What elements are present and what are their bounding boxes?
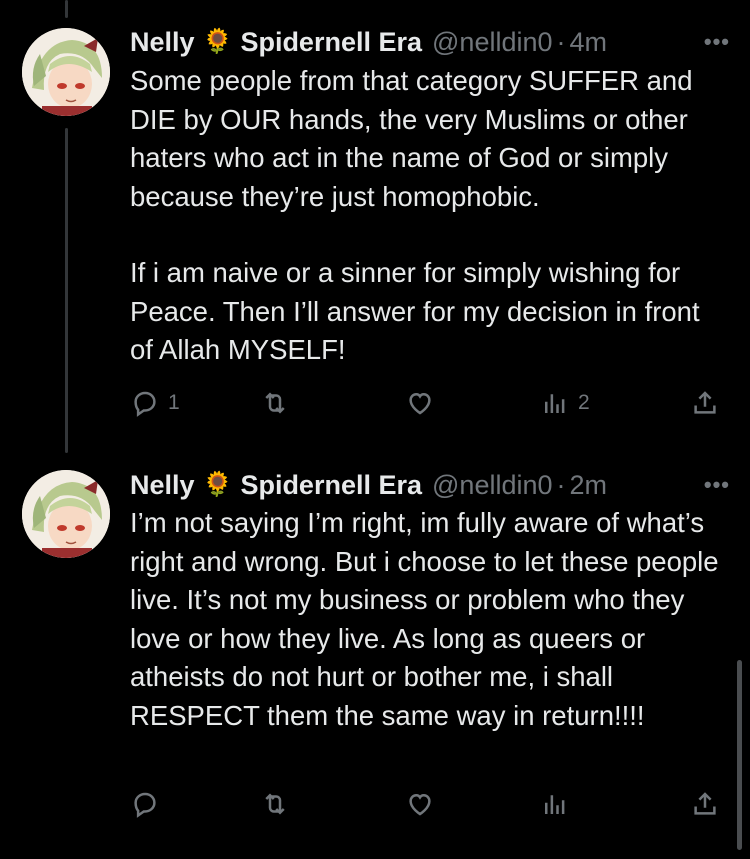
share-icon (694, 792, 716, 815)
separator-dot: · (556, 469, 566, 500)
views-button[interactable] (540, 786, 578, 822)
tweet-header: Nelly 🌻 Spidernell Era @nelldin0 · 2m ••… (130, 465, 730, 505)
heart-icon (409, 793, 431, 816)
display-name-suffix[interactable]: Spidernell Era (240, 470, 422, 501)
avatar[interactable] (22, 28, 110, 116)
tweet-paragraph: I’m not saying I’m right, im fully aware… (130, 507, 719, 731)
reply-icon (134, 391, 156, 417)
reply-icon (134, 792, 156, 818)
reply-button[interactable] (130, 786, 168, 822)
views-count: 2 (578, 391, 590, 414)
tweet[interactable]: Nelly 🌻 Spidernell Era @nelldin0 · 4m ••… (0, 0, 750, 450)
more-options-icon[interactable]: ••• (704, 29, 730, 55)
tweet[interactable]: Nelly 🌻 Spidernell Era @nelldin0 · 2m ••… (0, 450, 750, 859)
like-button[interactable] (405, 385, 443, 421)
user-handle[interactable]: @nelldin0 (432, 27, 553, 58)
retweet-button[interactable] (260, 385, 298, 421)
reply-count: 1 (168, 391, 180, 414)
tweet-paragraph: If i am naive or a sinner for simply wis… (130, 257, 700, 365)
sunflower-icon: 🌻 (202, 471, 233, 498)
tweet-text: I’m not saying I’m right, im fully aware… (130, 504, 730, 735)
retweet-icon (265, 793, 285, 815)
tweet-text: Some people from that category SUFFER an… (130, 62, 730, 370)
separator-dot: · (556, 26, 566, 57)
display-name[interactable]: Nelly (130, 27, 195, 58)
retweet-button[interactable] (260, 786, 298, 822)
sunflower-icon: 🌻 (202, 28, 233, 55)
display-name-suffix[interactable]: Spidernell Era (240, 27, 422, 58)
scrollbar[interactable] (737, 660, 742, 850)
like-button[interactable] (405, 786, 443, 822)
views-icon (545, 394, 565, 413)
more-options-icon[interactable]: ••• (704, 472, 730, 498)
tweet-actions (130, 786, 750, 822)
tweet-paragraph: Some people from that category SUFFER an… (130, 65, 693, 212)
views-button[interactable]: 2 (540, 385, 590, 421)
retweet-icon (265, 392, 285, 414)
share-icon (694, 391, 716, 414)
share-button[interactable] (690, 786, 720, 822)
tweet-header: Nelly 🌻 Spidernell Era @nelldin0 · 4m ••… (130, 22, 730, 62)
display-name[interactable]: Nelly (130, 470, 195, 501)
reply-button[interactable]: 1 (130, 385, 180, 421)
views-icon (545, 795, 565, 814)
avatar[interactable] (22, 470, 110, 558)
avatar-illustration (22, 28, 110, 116)
tweet-actions: 1 2 (130, 385, 750, 421)
heart-icon (409, 392, 431, 415)
timestamp[interactable]: 2m (570, 470, 608, 501)
user-handle[interactable]: @nelldin0 (432, 470, 553, 501)
share-button[interactable] (690, 385, 720, 421)
timestamp[interactable]: 4m (570, 27, 608, 58)
avatar-illustration (22, 470, 110, 558)
